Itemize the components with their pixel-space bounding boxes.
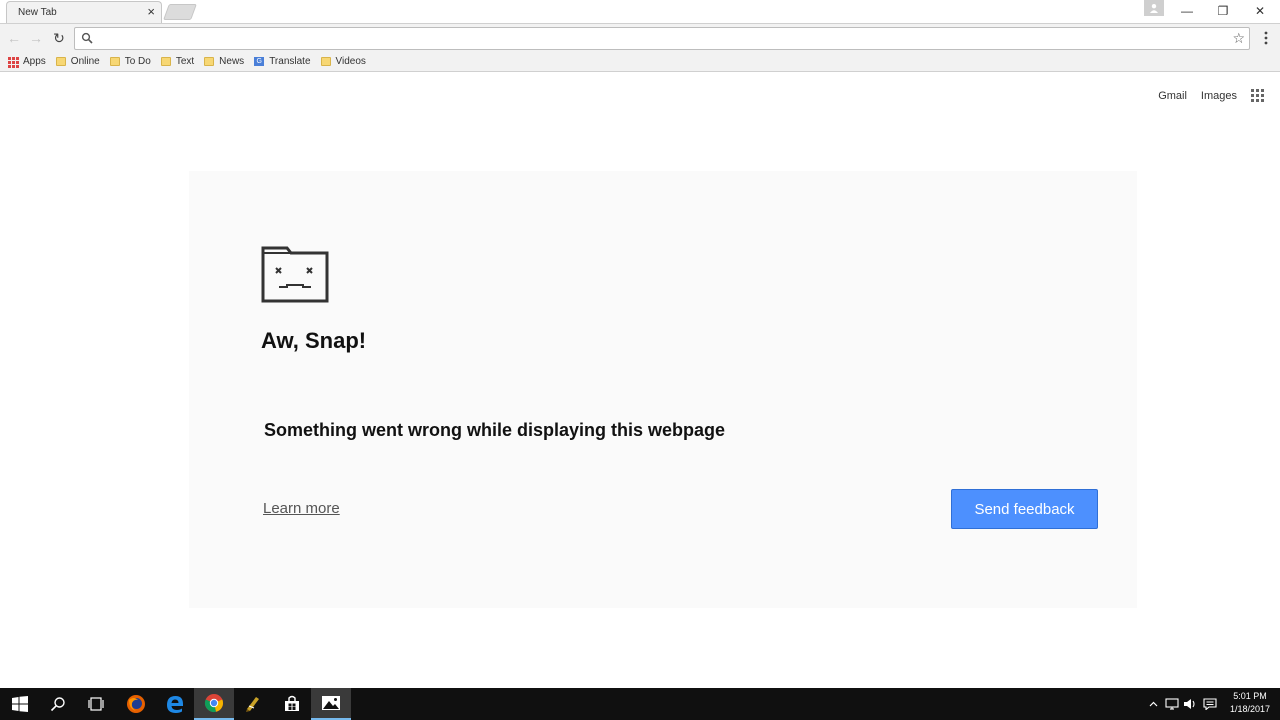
windows-taskbar: 5:01 PM 1/18/2017 xyxy=(0,688,1280,720)
bookmark-label: Apps xyxy=(23,56,46,67)
folder-icon xyxy=(55,57,66,66)
error-title: Aw, Snap! xyxy=(261,328,367,353)
volume-icon[interactable] xyxy=(1182,688,1198,720)
close-window-button[interactable]: ✕ xyxy=(1245,2,1275,20)
bookmark-news[interactable]: News xyxy=(204,56,244,67)
edge-icon[interactable] xyxy=(155,688,195,720)
task-view-icon[interactable] xyxy=(76,688,116,720)
bookmark-label: News xyxy=(219,56,245,67)
bookmark-star-icon[interactable]: ☆ xyxy=(1232,30,1245,47)
clock-time: 5:01 PM xyxy=(1233,691,1267,701)
new-tab-button[interactable] xyxy=(163,4,197,20)
tab-new-tab[interactable]: New Tab × xyxy=(6,1,162,23)
error-card xyxy=(189,171,1137,608)
google-top-links: Gmail Images xyxy=(1158,89,1264,102)
back-button[interactable]: ← xyxy=(4,29,24,47)
omnibox-input[interactable] xyxy=(99,30,1219,47)
menu-dots-icon[interactable] xyxy=(1258,29,1274,47)
apps-icon xyxy=(8,57,19,68)
tab-close-icon[interactable]: × xyxy=(147,5,155,19)
search-icon[interactable] xyxy=(38,688,78,720)
chevron-up-icon[interactable] xyxy=(1146,688,1160,720)
chrome-icon[interactable] xyxy=(194,688,234,720)
tab-title: New Tab xyxy=(18,7,57,18)
profile-icon[interactable] xyxy=(1144,0,1164,16)
notifications-icon[interactable] xyxy=(1201,688,1219,720)
search-icon xyxy=(81,32,93,44)
sad-tab-icon xyxy=(261,246,329,303)
omnibox[interactable]: ☆ xyxy=(74,27,1250,50)
bookmark-online[interactable]: Online xyxy=(55,56,100,67)
tab-strip: New Tab × — ❐ ✕ xyxy=(0,0,1280,23)
reload-button[interactable]: ↻ xyxy=(49,29,69,47)
bookmark-label: Text xyxy=(175,56,195,67)
bookmark-translate[interactable]: G Translate xyxy=(254,56,311,67)
minimize-button[interactable]: — xyxy=(1172,2,1202,20)
folder-icon xyxy=(109,57,120,66)
bookmarks-bar: Apps Online To Do Text News G Translate … xyxy=(0,52,1280,72)
bookmark-label: Online xyxy=(70,56,100,67)
folder-icon xyxy=(204,57,215,66)
forward-button[interactable]: → xyxy=(26,29,46,47)
taskbar-clock[interactable]: 5:01 PM 1/18/2017 xyxy=(1222,690,1278,716)
images-link[interactable]: Images xyxy=(1201,90,1237,102)
bookmark-label: Translate xyxy=(269,56,311,67)
bookmark-to-do[interactable]: To Do xyxy=(109,56,151,67)
firefox-icon[interactable] xyxy=(116,688,156,720)
start-icon[interactable] xyxy=(0,688,40,720)
folder-icon xyxy=(160,57,171,66)
bookmark-text[interactable]: Text xyxy=(160,56,195,67)
store-icon[interactable] xyxy=(272,688,312,720)
apps-grid-icon[interactable] xyxy=(1251,89,1264,102)
network-icon[interactable] xyxy=(1163,688,1181,720)
bookmark-label: Videos xyxy=(335,56,366,67)
restore-button[interactable]: ❐ xyxy=(1208,2,1238,20)
bookmark-videos[interactable]: Videos xyxy=(320,56,366,67)
clock-date: 1/18/2017 xyxy=(1229,704,1271,714)
error-message: Something went wrong while displaying th… xyxy=(264,420,726,440)
bookmark-label: To Do xyxy=(124,56,151,67)
translate-icon: G xyxy=(254,57,265,66)
send-feedback-button[interactable]: Send feedback xyxy=(951,489,1098,529)
bookmark-apps[interactable]: Apps xyxy=(8,56,46,68)
browser-toolbar: ← → ↻ ☆ xyxy=(0,23,1280,52)
gmail-link[interactable]: Gmail xyxy=(1158,90,1187,102)
learn-more-link[interactable]: Learn more xyxy=(263,500,340,517)
winrar-icon[interactable] xyxy=(233,688,273,720)
folder-icon xyxy=(320,57,331,66)
photos-icon[interactable] xyxy=(311,688,351,720)
